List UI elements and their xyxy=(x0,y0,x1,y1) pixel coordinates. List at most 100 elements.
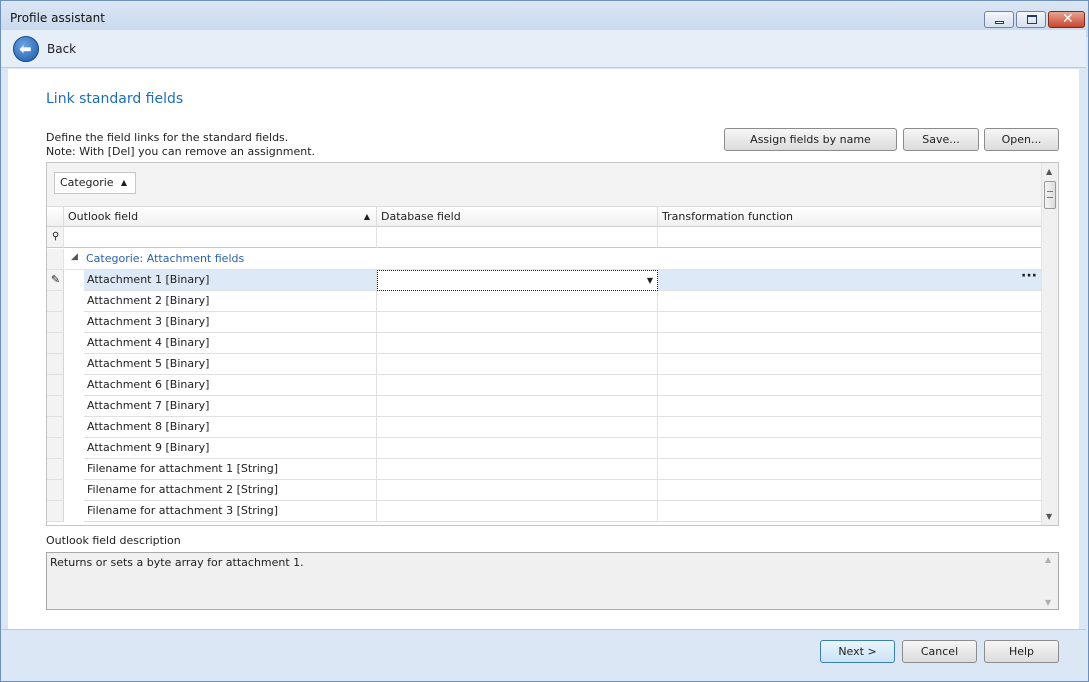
save-button[interactable]: Save... xyxy=(903,128,979,151)
back-button[interactable]: ⬅ xyxy=(13,36,39,62)
ellipsis-button-icon[interactable]: ··· xyxy=(1021,270,1037,286)
outlook-field-cell[interactable]: Attachment 3 [Binary] xyxy=(84,312,377,333)
transformation-function-cell[interactable] xyxy=(658,417,1042,438)
group-by-panel: Categorie ▲ xyxy=(47,163,1042,207)
field-link-grid: Categorie ▲ Outlook field ▲ Database fie… xyxy=(46,162,1059,526)
column-header-label: Outlook field xyxy=(68,210,139,223)
outlook-field-cell[interactable]: Attachment 1 [Binary] xyxy=(84,270,377,291)
table-row[interactable]: Filename for attachment 1 [String] xyxy=(47,459,1042,480)
table-row[interactable]: Attachment 8 [Binary] xyxy=(47,417,1042,438)
outlook-field-cell[interactable]: Attachment 8 [Binary] xyxy=(84,417,377,438)
table-row[interactable]: Attachment 6 [Binary] xyxy=(47,375,1042,396)
outlook-field-cell[interactable]: Filename for attachment 2 [String] xyxy=(84,480,377,501)
outlook-field-cell[interactable]: Attachment 5 [Binary] xyxy=(84,354,377,375)
row-indicator xyxy=(47,354,64,375)
help-button[interactable]: Help xyxy=(984,640,1059,663)
window-title: Profile assistant xyxy=(10,11,105,25)
scroll-up-icon[interactable]: ▲ xyxy=(1045,555,1051,564)
assign-fields-by-name-button[interactable]: Assign fields by name xyxy=(724,128,897,151)
close-icon: ✕ xyxy=(1062,11,1074,27)
maximize-button[interactable] xyxy=(1016,11,1046,28)
open-button[interactable]: Open... xyxy=(984,128,1059,151)
transformation-function-cell[interactable] xyxy=(658,396,1042,417)
table-row[interactable]: Attachment 2 [Binary] xyxy=(47,291,1042,312)
database-field-cell[interactable] xyxy=(377,375,658,396)
group-row-indicator xyxy=(47,249,64,270)
scroll-down-icon[interactable]: ▼ xyxy=(1045,598,1051,607)
column-header-transformation-function[interactable]: Transformation function xyxy=(658,207,1042,227)
row-indicator xyxy=(47,312,64,333)
transformation-function-cell[interactable]: ··· xyxy=(658,270,1042,291)
back-label[interactable]: Back xyxy=(47,42,76,56)
database-field-cell[interactable] xyxy=(377,333,658,354)
outlook-field-cell[interactable]: Filename for attachment 3 [String] xyxy=(84,501,377,522)
scroll-up-icon[interactable]: ▲ xyxy=(1046,167,1052,176)
outlook-field-cell[interactable]: Attachment 4 [Binary] xyxy=(84,333,377,354)
group-chip-categorie[interactable]: Categorie ▲ xyxy=(54,172,136,194)
filter-pin-icon: ⚲ xyxy=(52,231,60,242)
description-scrollbar[interactable]: ▲ ▼ xyxy=(1041,553,1058,609)
transformation-function-cell[interactable] xyxy=(658,501,1042,522)
minimize-button[interactable] xyxy=(984,11,1014,28)
database-field-dropdown[interactable]: ▼ xyxy=(377,270,658,291)
database-field-cell[interactable] xyxy=(377,354,658,375)
description-textbox[interactable]: Returns or sets a byte array for attachm… xyxy=(46,552,1059,610)
column-header-label: Transformation function xyxy=(662,210,793,223)
row-indicator xyxy=(47,501,64,522)
table-row[interactable]: Attachment 9 [Binary] xyxy=(47,438,1042,459)
filter-cell-database-field[interactable] xyxy=(377,227,658,248)
sort-ascending-icon: ▲ xyxy=(120,178,127,187)
filter-cell-transformation-function[interactable] xyxy=(658,227,1042,248)
transformation-function-cell[interactable] xyxy=(658,333,1042,354)
table-row[interactable]: Attachment 3 [Binary] xyxy=(47,312,1042,333)
scrollbar-thumb[interactable] xyxy=(1044,181,1056,209)
database-field-cell[interactable] xyxy=(377,438,658,459)
database-field-cell[interactable] xyxy=(377,501,658,522)
column-header-database-field[interactable]: Database field xyxy=(377,207,658,227)
transformation-function-cell[interactable] xyxy=(658,375,1042,396)
row-indicator xyxy=(47,417,64,438)
close-button[interactable]: ✕ xyxy=(1048,11,1085,28)
page-title: Link standard fields xyxy=(46,91,184,107)
group-row-attachment-fields[interactable]: ◢ Categorie: Attachment fields xyxy=(65,249,1042,270)
database-field-cell[interactable] xyxy=(377,291,658,312)
table-row[interactable]: Filename for attachment 3 [String] xyxy=(47,501,1042,522)
database-field-cell[interactable] xyxy=(377,459,658,480)
table-row[interactable]: ✎ Attachment 1 [Binary] ▼ ··· xyxy=(47,270,1042,291)
transformation-function-cell[interactable] xyxy=(658,291,1042,312)
filter-cell-outlook-field[interactable] xyxy=(64,227,377,248)
table-row[interactable]: Attachment 7 [Binary] xyxy=(47,396,1042,417)
table-row[interactable]: Attachment 4 [Binary] xyxy=(47,333,1042,354)
grid-vertical-scrollbar[interactable]: ▲ ▼ xyxy=(1041,163,1058,525)
outlook-field-cell[interactable]: Filename for attachment 1 [String] xyxy=(84,459,377,480)
row-indicator xyxy=(47,291,64,312)
database-field-cell[interactable] xyxy=(377,312,658,333)
database-field-cell[interactable] xyxy=(377,396,658,417)
database-field-cell[interactable] xyxy=(377,480,658,501)
collapse-group-icon[interactable]: ◢ xyxy=(71,252,78,262)
row-indicator-header xyxy=(47,207,64,227)
grid-rows: ✎ Attachment 1 [Binary] ▼ ··· Attachment… xyxy=(47,270,1042,522)
column-header-outlook-field[interactable]: Outlook field ▲ xyxy=(64,207,377,227)
database-field-cell[interactable] xyxy=(377,417,658,438)
transformation-function-cell[interactable] xyxy=(658,459,1042,480)
outlook-field-cell[interactable]: Attachment 6 [Binary] xyxy=(84,375,377,396)
edit-pencil-icon: ✎ xyxy=(51,273,61,286)
transformation-function-cell[interactable] xyxy=(658,438,1042,459)
table-row[interactable]: Filename for attachment 2 [String] xyxy=(47,480,1042,501)
maximize-icon xyxy=(1027,15,1037,24)
filter-row-indicator: ⚲ xyxy=(47,227,64,248)
transformation-function-cell[interactable] xyxy=(658,312,1042,333)
table-row[interactable]: Attachment 5 [Binary] xyxy=(47,354,1042,375)
back-arrow-icon: ⬅ xyxy=(19,40,32,58)
next-button[interactable]: Next > xyxy=(820,640,895,663)
outlook-field-cell[interactable]: Attachment 9 [Binary] xyxy=(84,438,377,459)
transformation-function-cell[interactable] xyxy=(658,480,1042,501)
transformation-function-cell[interactable] xyxy=(658,354,1042,375)
description-label: Outlook field description xyxy=(46,534,181,547)
dropdown-arrow-icon[interactable]: ▼ xyxy=(647,271,653,290)
outlook-field-cell[interactable]: Attachment 2 [Binary] xyxy=(84,291,377,312)
outlook-field-cell[interactable]: Attachment 7 [Binary] xyxy=(84,396,377,417)
scroll-down-icon[interactable]: ▼ xyxy=(1046,512,1052,521)
cancel-button[interactable]: Cancel xyxy=(902,640,977,663)
